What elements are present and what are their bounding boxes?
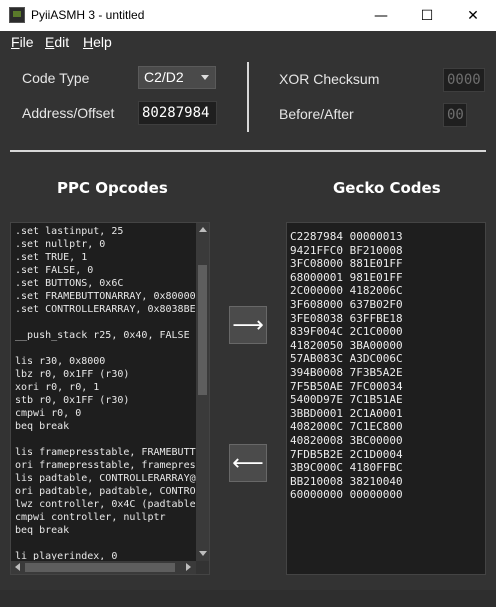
menu-file[interactable]: File <box>11 34 34 50</box>
gecko-code-line: 3FE08038 63FFBE18 <box>290 311 403 325</box>
ppc-opcodes-editor[interactable]: .set lastinput, 25 .set nullptr, 0 .set TR… <box>10 222 210 575</box>
ppc-code-line <box>15 537 197 550</box>
ppc-code-line: .set nullptr, 0 <box>15 239 106 250</box>
horizontal-divider <box>10 150 486 152</box>
gecko-code-line: 839F004C 2C1C0000 <box>290 325 403 339</box>
gecko-code-line: 57AB083C A3DC006C <box>290 352 403 366</box>
ppc-code-line: .set CONTROLLERARRAY, 0x8038BE <box>15 304 196 315</box>
ppc-code-line: .set FALSE, 0 <box>15 265 94 276</box>
ppc-code-line: beq break <box>15 421 70 432</box>
ppc-code-line: .set lastinput, 25 <box>15 226 124 237</box>
ppc-opcodes-text[interactable]: .set lastinput, 25 .set nullptr, 0 .set TR… <box>15 225 197 560</box>
gecko-code-line: C2287984 00000013 <box>290 230 403 243</box>
ppc-code-line: lis r30, 0x8000 <box>15 356 106 367</box>
gecko-codes-heading: Gecko Codes <box>333 179 441 197</box>
ppc-code-line: lis framepresstable, FRAMEBUTTO <box>15 447 197 458</box>
before-after-label: Before/After <box>279 106 354 122</box>
menu-file-mnemonic: F <box>11 34 20 50</box>
ppc-code-line <box>15 342 197 355</box>
scrollbar-corner <box>196 561 209 574</box>
gecko-code-line: 3FC08000 881E01FF <box>290 257 403 271</box>
gecko-code-line: 5400D97E 7C1B51AE <box>290 393 403 407</box>
gecko-code-line: 3F608000 637B02F0 <box>290 297 403 311</box>
ppc-horizontal-scroll-thumb[interactable] <box>25 563 175 572</box>
gecko-code-line: 60000000 00000000 <box>290 488 403 502</box>
ppc-code-line <box>15 433 197 446</box>
address-label: Address/Offset <box>22 105 115 121</box>
ppc-code-line: lwz controller, 0x4C (padtable <box>15 499 196 510</box>
vertical-divider <box>247 62 249 132</box>
gecko-code-line: BB210008 38210040 <box>290 474 403 488</box>
ppc-vertical-scrollbar[interactable] <box>196 223 209 561</box>
gecko-code-line: 3BBD0001 2C1A0001 <box>290 406 403 420</box>
menu-file-label: ile <box>19 34 34 50</box>
scroll-up-icon[interactable] <box>199 227 207 232</box>
ppc-opcodes-heading: PPC Opcodes <box>57 179 168 197</box>
ppc-code-line: xori r0, r0, 1 <box>15 382 100 393</box>
menu-edit[interactable]: Edit <box>45 34 69 50</box>
arrow-left-icon: ⟵ <box>232 450 264 476</box>
ppc-code-line: .set FRAMEBUTTONARRAY, 0x80000 <box>15 291 196 302</box>
ppc-code-line: lbz r0, 0x1FF (r30) <box>15 369 130 380</box>
assemble-to-gecko-button[interactable]: ⟶ <box>229 306 267 344</box>
ppc-horizontal-scrollbar[interactable] <box>11 561 196 574</box>
ppc-code-line: ori framepresstable, framepres <box>15 460 196 471</box>
ppc-code-line: .set BUTTONS, 0x6C <box>15 278 124 289</box>
gecko-codes-text[interactable]: C2287984 00000013 9421FFC0 BF210008 3FC080… <box>290 230 403 502</box>
gecko-code-line: 41820050 3BA00000 <box>290 338 403 352</box>
ppc-code-line: cmpwi r0, 0 <box>15 408 82 419</box>
ppc-code-line: cmpwi controller, nullptr <box>15 512 166 523</box>
scroll-left-icon[interactable] <box>15 563 20 571</box>
chevron-down-icon <box>201 75 209 80</box>
maximize-button[interactable]: ☐ <box>404 0 450 31</box>
app-icon <box>9 7 25 23</box>
xor-checksum-label: XOR Checksum <box>279 71 380 87</box>
scroll-down-icon[interactable] <box>199 551 207 556</box>
menu-edit-label: dit <box>54 34 70 50</box>
ppc-code-line: stb r0, 0x1FF (r30) <box>15 395 130 406</box>
ppc-code-line: __push_stack r25, 0x40, FALSE <box>15 330 190 341</box>
gecko-code-line: 9421FFC0 BF210008 <box>290 243 403 257</box>
ppc-code-line: .set TRUE, 1 <box>15 252 88 263</box>
window-title: PyiiASMH 3 - untitled <box>31 8 145 22</box>
gecko-code-line: 3B9C000C 4180FFBC <box>290 461 403 475</box>
arrow-right-icon: ⟶ <box>232 312 264 338</box>
ppc-vertical-scroll-thumb[interactable] <box>198 265 207 395</box>
gecko-code-line: 2C000000 4182006C <box>290 284 403 298</box>
menu-help-mnemonic: H <box>83 34 94 50</box>
bottom-toolbar-strip <box>0 590 496 607</box>
gecko-code-line: 40820008 3BC00000 <box>290 433 403 447</box>
gecko-code-line: 394B0008 7F3B5A2E <box>290 365 403 379</box>
menu-help[interactable]: Help <box>83 34 112 50</box>
ppc-code-line: lis padtable, CONTROLLERARRAY@ <box>15 473 196 484</box>
code-type-select[interactable]: C2/D2 <box>138 66 216 89</box>
close-button[interactable]: ✕ <box>450 0 496 31</box>
gecko-codes-editor[interactable]: C2287984 00000013 9421FFC0 BF210008 3FC080… <box>286 222 486 575</box>
menu-help-label: elp <box>93 34 112 50</box>
gecko-code-line: 4082000C 7C1EC800 <box>290 420 403 434</box>
ppc-code-line: beq break <box>15 525 70 536</box>
scroll-right-icon[interactable] <box>186 563 191 571</box>
ppc-code-line: li playerindex, 0 <box>15 551 118 560</box>
xor-checksum-field: 0000 <box>443 68 485 92</box>
gecko-code-line: 68000001 981E01FF <box>290 270 403 284</box>
title-bar: PyiiASMH 3 - untitled — ☐ ✕ <box>0 0 496 31</box>
before-after-field: 00 <box>443 103 467 127</box>
minimize-button[interactable]: — <box>358 0 404 31</box>
menu-bar: File Edit Help <box>0 31 496 53</box>
code-type-label: Code Type <box>22 70 90 86</box>
code-type-value: C2/D2 <box>144 69 184 85</box>
ppc-code-line <box>15 316 197 329</box>
gecko-code-line: 7F5B50AE 7FC00034 <box>290 379 403 393</box>
address-input[interactable]: 80287984 <box>138 101 217 125</box>
disassemble-to-ppc-button[interactable]: ⟵ <box>229 444 267 482</box>
menu-edit-mnemonic: E <box>45 34 55 50</box>
gecko-code-line: 7FDB5B2E 2C1D0004 <box>290 447 403 461</box>
ppc-code-line: ori padtable, padtable, CONTRO <box>15 486 196 497</box>
